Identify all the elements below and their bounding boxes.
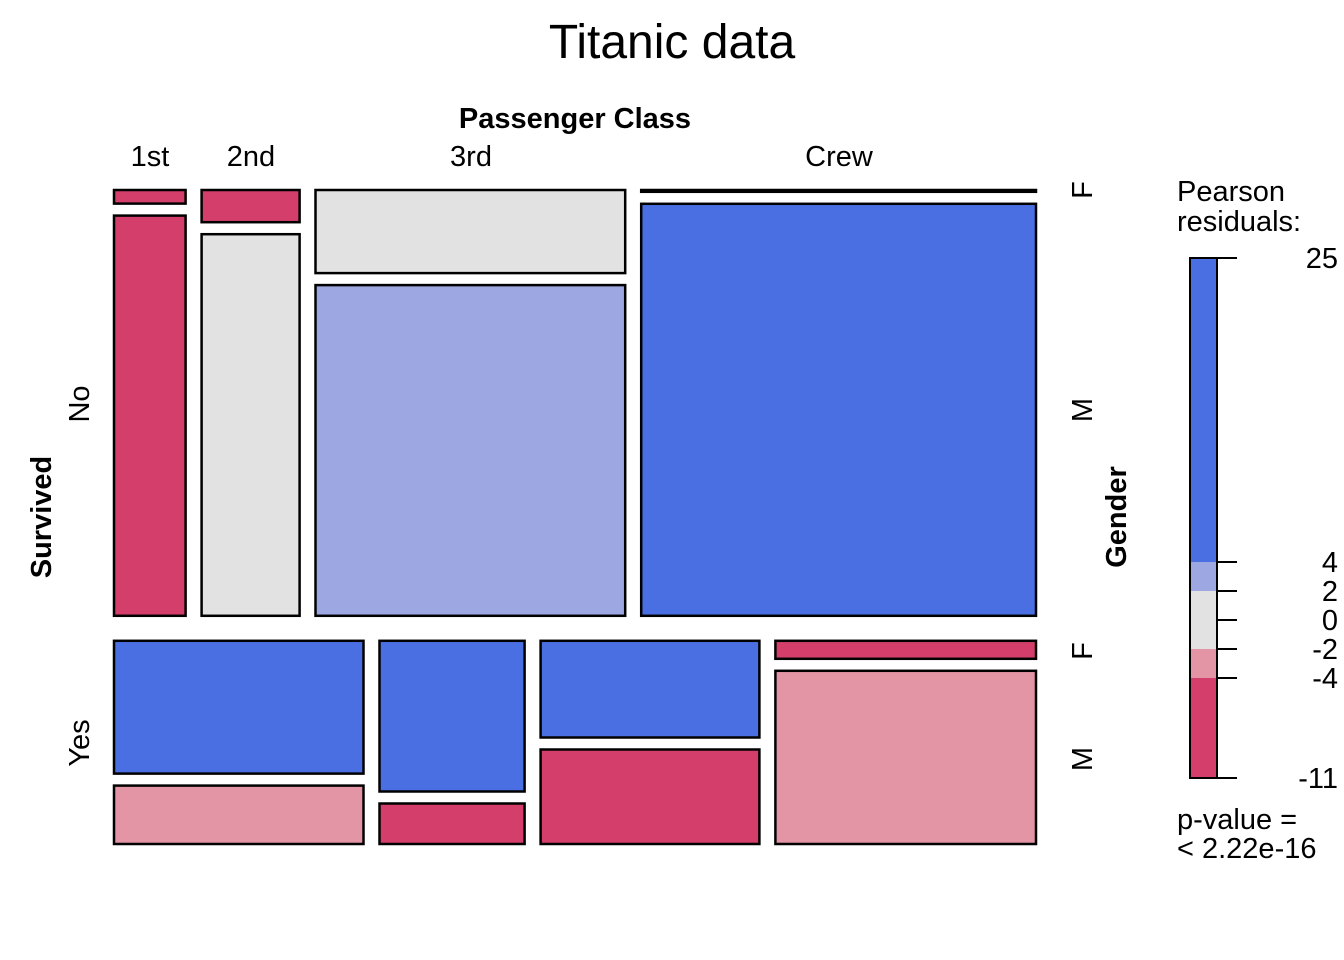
- tile-no-3rd-m: [314, 283, 627, 618]
- class-label-1st: 1st: [131, 141, 170, 173]
- legend-band: [1190, 591, 1217, 649]
- tile-yes-2nd-f: [378, 639, 526, 793]
- chart-title: Titanic data: [549, 16, 796, 69]
- class-label-3rd: 3rd: [450, 141, 492, 173]
- tile-yes-crew-m: [774, 669, 1038, 846]
- mosaic-chart: Titanic data Passenger Class Survived Ge…: [26, 16, 1338, 865]
- legend-tick-label: -11: [1298, 763, 1338, 795]
- legend-tick-label: 4: [1322, 547, 1338, 579]
- gender-label-no-m: M: [1067, 398, 1099, 422]
- survived-label-yes: Yes: [64, 719, 96, 766]
- class-label-2nd: 2nd: [227, 141, 275, 173]
- tile-yes-3rd-f: [539, 639, 761, 739]
- left-axis-label: Survived: [26, 456, 58, 579]
- tile-yes-1st-f: [112, 639, 365, 775]
- legend-band: [1190, 562, 1217, 591]
- legend-band: [1190, 258, 1217, 562]
- tile-yes-crew-f: [774, 639, 1038, 661]
- tile-no-1st-f: [112, 188, 187, 205]
- tile-yes-1st-m: [112, 784, 365, 846]
- legend-band: [1190, 678, 1217, 778]
- legend-tick-label: 0: [1322, 605, 1338, 637]
- tile-no-3rd-f: [314, 188, 627, 275]
- legend-tick-label: 2: [1322, 576, 1338, 608]
- legend-tick-label: 25: [1306, 243, 1338, 275]
- legend-band: [1190, 649, 1217, 678]
- right-axis-label: Gender: [1101, 466, 1133, 568]
- legend-tick-label: -4: [1312, 663, 1338, 695]
- gender-label-yes-m: M: [1067, 747, 1099, 771]
- tile-no-2nd-m: [200, 232, 301, 618]
- x-axis-label: Passenger Class: [459, 103, 691, 135]
- pvalue-value: < 2.22e-16: [1177, 833, 1316, 865]
- legend-title-line2: residuals:: [1177, 206, 1301, 238]
- gender-label-yes-f: F: [1067, 642, 1099, 660]
- mosaic-tiles: [112, 188, 1038, 846]
- survived-label-no: No: [64, 385, 96, 422]
- legend-title-line1: Pearson: [1177, 176, 1285, 208]
- pvalue-label: p-value =: [1177, 804, 1297, 836]
- legend-tick-label: -2: [1312, 634, 1338, 666]
- tile-no-crew-m: [639, 202, 1038, 618]
- tile-yes-3rd-m: [539, 748, 761, 846]
- tile-yes-2nd-m: [378, 802, 526, 846]
- tile-no-2nd-f: [200, 188, 301, 224]
- legend-colorbar: 25 420-2-4 -11: [1189, 243, 1338, 795]
- class-label-crew: Crew: [805, 141, 874, 173]
- gender-label-no-f: F: [1067, 181, 1099, 199]
- tile-no-crew-f: [639, 188, 1038, 194]
- tile-no-1st-m: [112, 214, 187, 618]
